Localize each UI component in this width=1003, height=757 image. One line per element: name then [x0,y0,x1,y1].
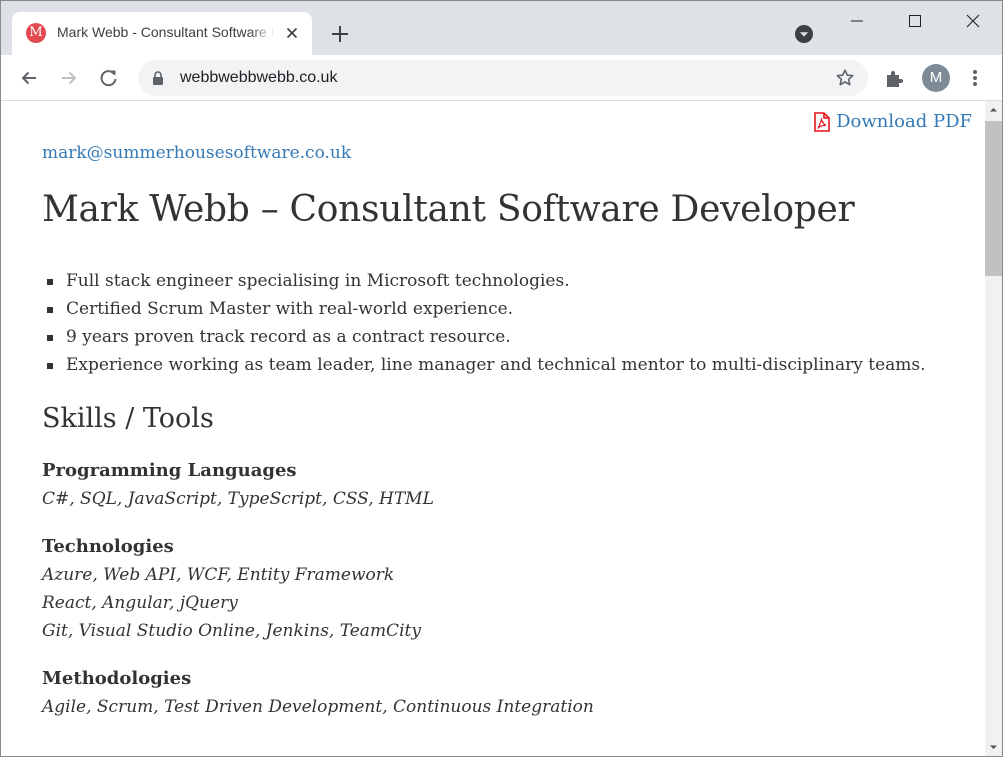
url-text: webbwebbwebb.co.uk [180,69,338,86]
skill-group-methodologies: Methodologies Agile, Scrum, Test Driven … [42,665,594,721]
reload-icon [100,70,117,87]
tab-search-icon[interactable] [793,23,815,45]
tab-strip: M Mark Webb - Consultant Software Develo… [1,1,1002,55]
skill-line: React, Angular, jQuery [42,593,238,613]
minimize-button[interactable] [828,1,886,41]
skill-group-label: Programming Languages [42,460,297,481]
browser-toolbar: webbwebbwebb.co.uk M [1,55,1002,101]
bookmark-star-icon[interactable] [835,68,855,88]
back-button[interactable] [14,63,44,93]
maximize-button[interactable] [886,1,944,41]
skill-group-languages: Programming Languages C#, SQL, JavaScrip… [42,457,434,513]
skill-line: Azure, Web API, WCF, Entity Framework [42,565,395,585]
skill-group-technologies: Technologies Azure, Web API, WCF, Entity… [42,533,421,645]
summary-point: Full stack engineer specialising in Micr… [42,267,926,295]
forward-button[interactable] [54,63,84,93]
vertical-scrollbar[interactable] [985,101,1002,756]
page-viewport: Download PDF mark@summerhousesoftware.co… [1,101,985,756]
address-bar[interactable]: webbwebbwebb.co.uk [138,60,868,96]
skill-group-label: Methodologies [42,668,192,689]
new-tab-button[interactable] [326,20,354,48]
profile-avatar[interactable]: M [922,64,950,92]
skill-line: C#, SQL, JavaScript, TypeScript, CSS, HT… [42,489,434,509]
email-link[interactable]: mark@summerhousesoftware.co.uk [42,143,351,163]
skill-group-label: Technologies [42,536,174,557]
scrollbar-thumb[interactable] [985,121,1002,276]
summary-point: Experience working as team leader, line … [42,351,926,379]
skills-heading: Skills / Tools [42,403,214,434]
active-tab[interactable]: M Mark Webb - Consultant Software Develo… [12,12,312,55]
more-options-icon[interactable] [967,67,983,89]
browser-window: M Mark Webb - Consultant Software Develo… [0,0,1003,757]
forward-arrow-icon [62,71,77,85]
summary-point: 9 years proven track record as a contrac… [42,323,926,351]
summary-list: Full stack engineer specialising in Micr… [42,267,926,379]
download-pdf-label: Download PDF [836,111,972,132]
skill-line: Agile, Scrum, Test Driven Development, C… [42,697,594,717]
skill-line: Git, Visual Studio Online, Jenkins, Team… [42,621,421,641]
page-title: Mark Webb – Consultant Software Develope… [42,189,855,230]
summary-point: Certified Scrum Master with real-world e… [42,295,926,323]
download-pdf-link[interactable]: Download PDF [814,111,972,132]
extensions-puzzle-icon[interactable] [884,67,906,89]
tab-title: Mark Webb - Consultant Software Develope… [57,24,275,40]
back-arrow-icon [21,71,36,85]
pdf-file-icon [814,111,830,132]
reload-button[interactable] [94,63,124,93]
close-window-button[interactable] [944,1,1002,41]
tab-close-icon[interactable] [282,23,302,43]
scroll-down-arrow-icon[interactable] [985,739,1002,756]
lock-icon [153,71,163,85]
scroll-up-arrow-icon[interactable] [985,101,1002,118]
site-favicon-icon: M [26,23,46,43]
